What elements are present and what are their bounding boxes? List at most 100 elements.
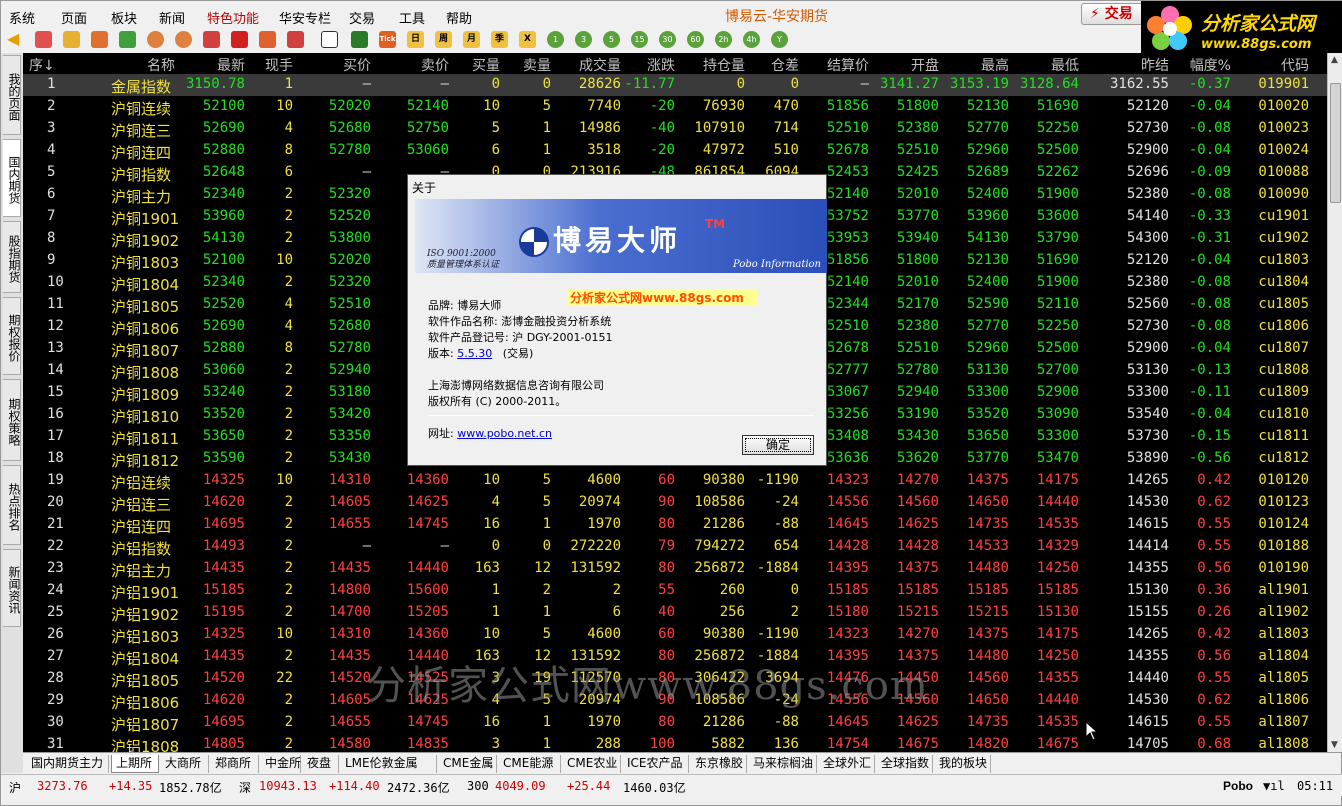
sidebar-tab-0[interactable]: 我的页面 [3,55,21,135]
back-arrow-icon[interactable]: ◀ [7,31,24,48]
period-2h-button[interactable]: 2h [715,31,732,48]
refresh-icon[interactable] [119,31,136,48]
week-period-button[interactable]: 周 [435,31,452,48]
exchange-tab-6[interactable]: LME伦敦金属 [341,755,437,773]
zoom-in-icon[interactable] [147,31,164,48]
column-header-12[interactable]: 结算价 [827,55,869,75]
period-5m-button[interactable]: 5 [603,31,620,48]
column-header-15[interactable]: 最低 [1051,55,1079,75]
menu-item-0[interactable]: 系统 [9,8,35,27]
menu-item-7[interactable]: 工具 [399,8,425,27]
column-header-3[interactable]: 现手 [265,55,293,75]
exchange-tab-5[interactable]: 夜盘 [303,755,339,773]
column-header-11[interactable]: 仓差 [771,55,799,75]
column-header-0[interactable]: 序↓ [29,55,55,75]
column-header-6[interactable]: 买量 [472,55,500,75]
exchange-tab-11[interactable]: 东京橡胶 [691,755,747,773]
period-year-button[interactable]: Y [771,31,788,48]
column-header-10[interactable]: 持仓量 [703,55,745,75]
zoom-out-icon[interactable] [175,31,192,48]
column-header-4[interactable]: 买价 [343,55,371,75]
column-header-7[interactable]: 卖量 [523,55,551,75]
sidebar-tab-4[interactable]: 期权策略 [3,379,21,461]
quarter-period-button[interactable]: 季 [491,31,508,48]
period-30m-button[interactable]: 30 [659,31,676,48]
version-link[interactable]: 5.5.30 [457,347,492,360]
exchange-tab-3[interactable]: 郑商所 [211,755,259,773]
menu-item-3[interactable]: 新闻 [159,8,185,27]
period-1m-button[interactable]: 1 [547,31,564,48]
table-row[interactable]: 26 沪铝1803 14325 10 14310 14360 10 5 4600 60 90380-… [23,624,1327,646]
column-header-2[interactable]: 最新 [217,55,245,75]
paint-icon[interactable] [259,31,276,48]
table-row[interactable]: 31 沪铝1808 14805 2 14580 14835 3 1 288 100 5882 136 1… [23,734,1327,752]
day-period-button[interactable]: 日 [407,31,424,48]
column-header-5[interactable]: 卖价 [421,55,449,75]
column-header-13[interactable]: 开盘 [911,55,939,75]
table-row[interactable]: 21 沪铝连四 14695 2 14655 14745 16 1 1970 80 21286 -88 1… [23,514,1327,536]
sidebar-tab-1[interactable]: 国内期货 [3,139,21,217]
period-4h-button[interactable]: 4h [743,31,760,48]
quote-list-icon[interactable] [321,31,338,48]
exchange-tab-7[interactable]: CME金属 [439,755,497,773]
ok-button[interactable]: 确定 [742,435,814,455]
menu-item-8[interactable]: 帮助 [446,8,472,27]
column-header-1[interactable]: 名称 [147,55,175,75]
home-icon[interactable] [35,31,52,48]
exchange-tab-2[interactable]: 大商所 [161,755,209,773]
menu-item-2[interactable]: 板块 [111,8,137,27]
website-link[interactable]: www.pobo.net.cn [457,427,552,440]
window-icon[interactable] [203,31,220,48]
table-row[interactable]: 2 沪铜连续 52100 10 52020 52140 10 5 7740 -20 76930 470… [23,96,1327,118]
period-3m-button[interactable]: 3 [575,31,592,48]
exchange-tab-14[interactable]: 全球指数 [877,755,933,773]
scroll-thumb[interactable] [1330,83,1341,203]
table-row[interactable]: 24 沪铝1901 15185 2 14800 15600 1 2 2 55 260 0 15185 15… [23,580,1327,602]
layers-icon[interactable] [63,31,80,48]
year-period-button[interactable]: X [519,31,536,48]
exchange-tab-15[interactable]: 我的板块 [935,755,991,773]
exchange-tab-12[interactable]: 马来棕榈油 [749,755,817,773]
filter-icon[interactable] [287,31,304,48]
table-row[interactable]: 20 沪铝连三 14620 2 14605 14625 4 5 20974 90 108586 -24… [23,492,1327,514]
menu-item-6[interactable]: 交易 [349,8,375,27]
trade-button[interactable]: ⚡ 交易 [1081,3,1145,25]
vertical-scrollbar[interactable]: ▲ ▼ [1327,53,1342,752]
menu-item-5[interactable]: 华安专栏 [279,8,331,27]
exchange-tab-9[interactable]: CME农业 [563,755,621,773]
menu-item-4[interactable]: 特色功能 [207,8,259,27]
exchange-tab-13[interactable]: 全球外汇 [819,755,875,773]
table-row[interactable]: 30 沪铝1807 14695 2 14655 14745 16 1 1970 80 21286 -8… [23,712,1327,734]
column-header-17[interactable]: 幅度% [1190,55,1231,75]
tick-button[interactable]: Tick [379,31,396,48]
period-15m-button[interactable]: 15 [631,31,648,48]
table-row[interactable]: 19 沪铝连续 14325 10 14310 14360 10 5 4600 60 90380 -11… [23,470,1327,492]
column-header-9[interactable]: 涨跌 [647,55,675,75]
column-header-18[interactable]: 代码 [1281,55,1309,75]
scroll-up-icon[interactable]: ▲ [1331,55,1338,65]
column-header-16[interactable]: 昨结 [1141,55,1169,75]
chart-icon[interactable] [351,31,368,48]
month-period-button[interactable]: 月 [463,31,480,48]
sidebar-tab-5[interactable]: 热点排名 [3,465,21,545]
exchange-tab-10[interactable]: ICE农产品 [623,755,689,773]
news-icon[interactable] [91,31,108,48]
exchange-tab-0[interactable]: 国内期货主力 [27,755,109,773]
table-row[interactable]: 25 沪铝1902 15195 2 14700 15205 1 1 6 40 256 2 15180 15… [23,602,1327,624]
pen-icon[interactable] [231,31,248,48]
exchange-tab-4[interactable]: 中金所 [261,755,301,773]
table-row[interactable]: 1 金属指数 3150.78 1 — — 0 0 28626 -11.77 0 0 — 3141.27 31… [23,74,1327,96]
column-header-8[interactable]: 成交量 [579,55,621,75]
menu-item-1[interactable]: 页面 [61,8,87,27]
exchange-tab-8[interactable]: CME能源 [499,755,561,773]
column-header-14[interactable]: 最高 [981,55,1009,75]
table-row[interactable]: 3 沪铜连三 52690 4 52680 52750 5 1 14986 -40 107910 714… [23,118,1327,140]
table-row[interactable]: 22 沪铝指数 14493 2 — — 0 0 272220 79 794272 654 14428 14… [23,536,1327,558]
sidebar-tab-6[interactable]: 新闻资讯 [3,549,21,627]
exchange-tab-1[interactable]: 上期所 [111,755,159,773]
period-60m-button[interactable]: 60 [687,31,704,48]
table-row[interactable]: 4 沪铜连四 52880 8 52780 53060 6 1 3518 -20 47972 510 52… [23,140,1327,162]
sidebar-tab-3[interactable]: 期权报价 [3,297,21,375]
sidebar-tab-2[interactable]: 股指期货 [3,221,21,293]
table-row[interactable]: 23 沪铝主力 14435 2 14435 14440 163 12 131592 80 25687… [23,558,1327,580]
